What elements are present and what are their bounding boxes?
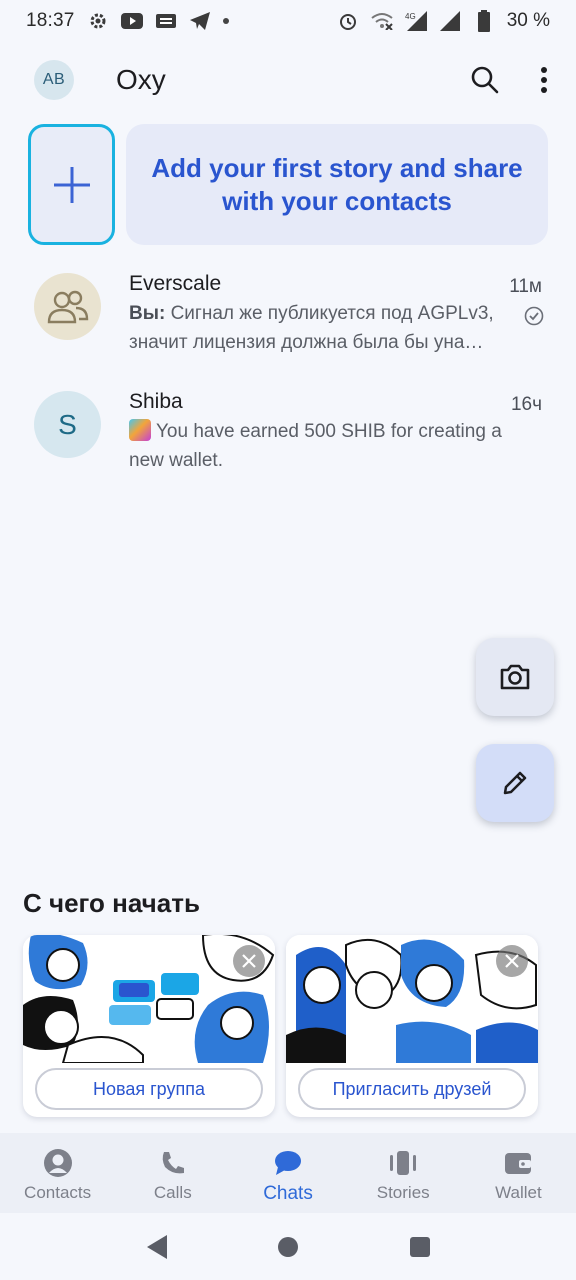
tab-stories[interactable]: Stories bbox=[346, 1133, 461, 1213]
tab-calls[interactable]: Calls bbox=[115, 1133, 230, 1213]
tab-label: Stories bbox=[376, 1183, 430, 1202]
stories-icon bbox=[387, 1147, 419, 1179]
home-circle-icon bbox=[278, 1236, 298, 1257]
status-time: 18:37 bbox=[26, 10, 75, 31]
camera-button[interactable] bbox=[476, 638, 554, 716]
chat-item-shiba[interactable]: S Shiba 16ч You have earned 500 SHIB for… bbox=[0, 380, 576, 490]
app-header: AB Oxy bbox=[0, 52, 576, 110]
chat-preview: You have earned 500 SHIB for creating a … bbox=[129, 417, 509, 475]
back-button[interactable] bbox=[141, 1232, 171, 1262]
bottom-navigation: Contacts Calls Chats Stories Wallet bbox=[0, 1133, 576, 1213]
new-group-button[interactable]: Новая группа bbox=[35, 1068, 263, 1110]
tab-chats[interactable]: Chats bbox=[230, 1133, 345, 1213]
phone-icon bbox=[157, 1147, 189, 1179]
contact-avatar: S bbox=[34, 391, 101, 458]
chat-sender: Вы: bbox=[129, 303, 166, 324]
invite-friends-card[interactable]: Пригласить друзей bbox=[286, 935, 538, 1117]
tab-contacts[interactable]: Contacts bbox=[0, 1133, 115, 1213]
chat-name: Shiba bbox=[129, 390, 183, 413]
chat-item-everscale[interactable]: Everscale 11м Вы: Сигнал же публикуется … bbox=[0, 262, 576, 372]
group-icon bbox=[47, 290, 88, 323]
back-triangle-icon bbox=[147, 1234, 167, 1259]
get-started-title: С чего начать bbox=[23, 888, 200, 918]
alarm-icon bbox=[337, 10, 359, 32]
wifi-off-icon bbox=[371, 10, 393, 32]
dismiss-card-button[interactable] bbox=[233, 945, 265, 977]
tab-label: Calls bbox=[153, 1183, 192, 1202]
camera-icon bbox=[500, 664, 530, 690]
chat-preview: Вы: Сигнал же публикуется под AGPLv3, зн… bbox=[129, 299, 509, 357]
wallet-reward-icon bbox=[129, 419, 151, 441]
battery-icon bbox=[473, 10, 495, 32]
new-group-card[interactable]: Новая группа bbox=[23, 935, 275, 1117]
wallet-icon bbox=[502, 1147, 534, 1179]
chat-time: 16ч bbox=[510, 394, 542, 415]
notification-dot-icon bbox=[222, 18, 229, 24]
chat-preview-text: You have earned 500 SHIB for creating a … bbox=[129, 421, 502, 471]
telegram-icon bbox=[189, 10, 211, 32]
status-bar: 18:37 4G 30 % bbox=[0, 0, 576, 42]
search-icon bbox=[471, 66, 499, 94]
recents-button[interactable] bbox=[405, 1232, 435, 1262]
system-navigation bbox=[0, 1213, 576, 1280]
contacts-icon bbox=[42, 1147, 74, 1179]
add-story-banner[interactable]: Add your first story and share with your… bbox=[126, 124, 548, 245]
more-options-button[interactable] bbox=[526, 62, 562, 98]
signal-4g-icon: 4G bbox=[405, 10, 427, 32]
battery-percent: 30 % bbox=[506, 10, 550, 31]
settings-icon bbox=[87, 10, 109, 32]
search-button[interactable] bbox=[467, 62, 503, 98]
chat-bubble-icon bbox=[272, 1147, 304, 1179]
recents-square-icon bbox=[410, 1236, 430, 1257]
tab-label: Chats bbox=[263, 1183, 313, 1204]
add-story-text: Add your first story and share with your… bbox=[151, 152, 523, 216]
invite-friends-button[interactable]: Пригласить друзей bbox=[298, 1068, 526, 1110]
read-check-icon bbox=[524, 306, 544, 326]
chat-preview-line1: Сигнал же публикуется под AGPLv3, bbox=[170, 303, 494, 324]
home-button[interactable] bbox=[273, 1232, 303, 1262]
add-story-button[interactable] bbox=[28, 124, 115, 245]
tab-label: Contacts bbox=[24, 1183, 92, 1202]
more-vertical-icon bbox=[541, 67, 547, 93]
plus-icon bbox=[53, 166, 90, 203]
chat-name: Everscale bbox=[129, 272, 222, 295]
dismiss-card-button[interactable] bbox=[496, 945, 528, 977]
close-icon bbox=[242, 954, 256, 968]
pencil-icon bbox=[503, 771, 527, 795]
chat-time: 11м bbox=[509, 276, 542, 297]
youtube-icon bbox=[120, 10, 143, 32]
chat-preview-line2: значит лицензия должна была бы уна… bbox=[129, 332, 484, 353]
tab-wallet[interactable]: Wallet bbox=[461, 1133, 576, 1213]
group-avatar bbox=[34, 273, 101, 340]
tab-label: Wallet bbox=[495, 1183, 542, 1202]
new-message-button[interactable] bbox=[476, 744, 554, 822]
profile-avatar[interactable]: AB bbox=[34, 60, 74, 100]
close-icon bbox=[505, 954, 519, 968]
page-title: Oxy bbox=[116, 64, 166, 95]
gboard-icon bbox=[155, 10, 177, 32]
svg-text:4G: 4G bbox=[405, 12, 416, 21]
signal-icon bbox=[439, 10, 461, 32]
